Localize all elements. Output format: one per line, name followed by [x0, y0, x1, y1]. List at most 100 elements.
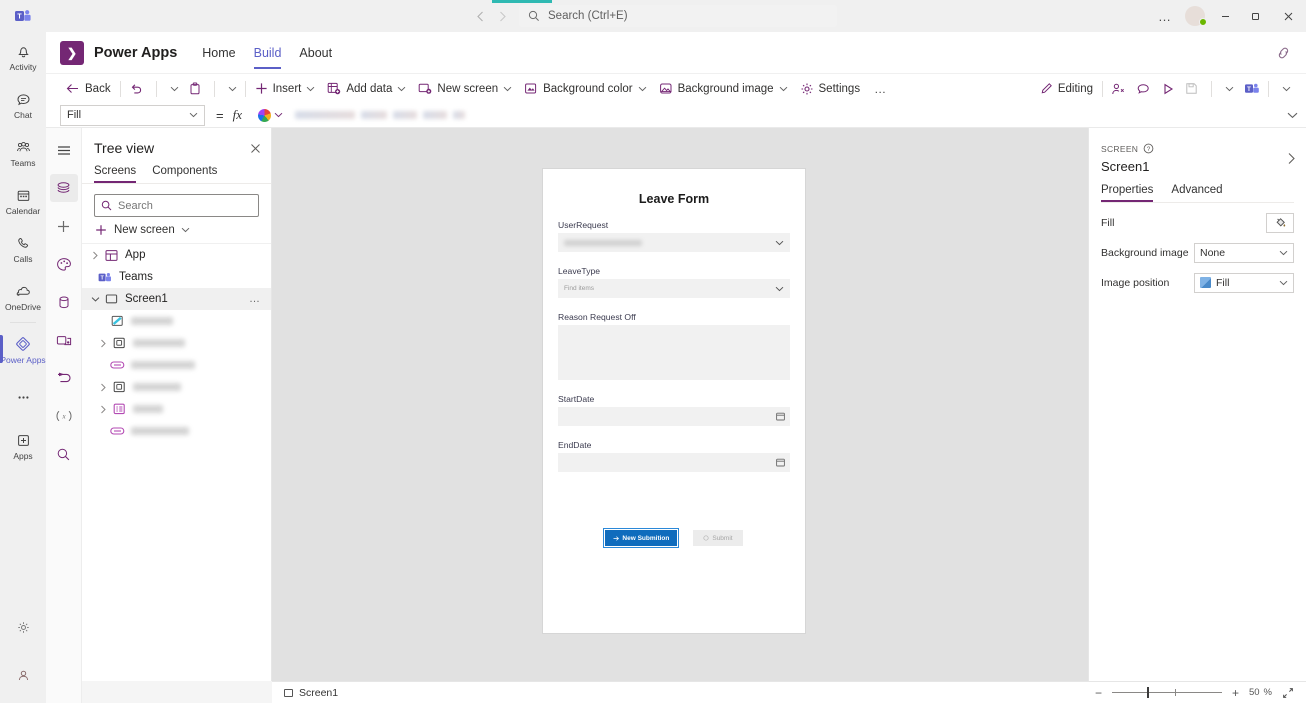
tab-home[interactable]: Home: [193, 32, 244, 74]
new-screen-tree-button[interactable]: New screen: [82, 217, 271, 243]
tree-row-child[interactable]: [82, 310, 271, 332]
sidebar-item-apps[interactable]: Apps: [0, 421, 46, 469]
popout-link-icon[interactable]: [1275, 46, 1292, 60]
background-image-button[interactable]: Background image: [653, 76, 794, 101]
tree-view-icon[interactable]: [49, 174, 78, 202]
submit-button[interactable]: Submit: [693, 530, 743, 546]
play-preview-icon[interactable]: [1156, 76, 1180, 101]
sidebar-item-activity[interactable]: Activity: [0, 32, 46, 80]
startdate-datepicker[interactable]: [558, 407, 790, 426]
save-button[interactable]: [1180, 76, 1208, 101]
undo-dropdown[interactable]: [160, 76, 184, 101]
sidebar-item-calls[interactable]: Calls: [0, 224, 46, 272]
editing-mode-button[interactable]: Editing: [1034, 76, 1099, 101]
teams-publish-icon[interactable]: T: [1239, 76, 1265, 101]
chevron-right-icon[interactable]: [96, 339, 110, 348]
enddate-datepicker[interactable]: [558, 453, 790, 472]
tree-row-teams[interactable]: T Teams: [82, 266, 271, 288]
sidebar-item-power-apps[interactable]: Power Apps: [0, 325, 46, 373]
tree-row-child[interactable]: [82, 354, 271, 376]
data-cylinder-icon[interactable]: [50, 288, 78, 316]
hamburger-menu-icon[interactable]: [50, 136, 78, 164]
tree-row-child[interactable]: [82, 398, 271, 420]
status-selected-screen[interactable]: Screen1: [284, 687, 338, 699]
reason-textarea[interactable]: [558, 325, 790, 380]
sidebar-item-settings[interactable]: [0, 603, 46, 651]
tab-components[interactable]: Components: [152, 162, 217, 183]
global-search-input[interactable]: Search (Ctrl+E): [519, 5, 837, 27]
properties-expand-button[interactable]: [1287, 152, 1296, 165]
tree-row-screen1[interactable]: Screen1 …: [82, 288, 271, 310]
background-image-select[interactable]: None: [1194, 242, 1294, 263]
zoom-out-button[interactable]: −: [1095, 686, 1102, 700]
color-swatch-button[interactable]: [254, 105, 288, 125]
app-canvas[interactable]: Leave Form UserRequest LeaveType Find it…: [272, 128, 1088, 681]
comment-icon[interactable]: [1131, 76, 1156, 101]
tab-properties[interactable]: Properties: [1101, 184, 1154, 202]
settings-button[interactable]: Settings: [794, 76, 867, 101]
variables-icon[interactable]: x: [50, 402, 78, 430]
sidebar-item-teams[interactable]: Teams: [0, 128, 46, 176]
chevron-down-icon[interactable]: [88, 296, 102, 303]
nav-forward-icon[interactable]: [491, 5, 513, 27]
window-more-button[interactable]: …: [1150, 0, 1180, 32]
tab-build[interactable]: Build: [245, 32, 291, 74]
tab-screens[interactable]: Screens: [94, 162, 137, 183]
tab-advanced[interactable]: Advanced: [1171, 184, 1222, 202]
back-button[interactable]: Back: [60, 76, 117, 101]
sidebar-item-account[interactable]: [0, 651, 46, 699]
command-overflow-button[interactable]: …: [866, 76, 895, 101]
userrequest-combobox[interactable]: [558, 233, 790, 252]
add-data-button[interactable]: Add data: [321, 76, 412, 101]
window-minimize-button[interactable]: [1210, 0, 1240, 32]
nav-back-icon[interactable]: [469, 5, 491, 27]
question-circle-icon[interactable]: ?: [1143, 143, 1154, 154]
add-data-label: Add data: [346, 82, 393, 95]
image-position-select[interactable]: Fill: [1194, 272, 1294, 293]
sidebar-item-calendar[interactable]: Calendar: [0, 176, 46, 224]
save-dropdown[interactable]: [1215, 76, 1239, 101]
new-submition-button[interactable]: New Submition: [603, 528, 680, 548]
tree-search-input[interactable]: Search: [94, 194, 259, 217]
new-screen-button[interactable]: New screen: [412, 76, 518, 101]
theme-palette-icon[interactable]: [50, 250, 78, 278]
insert-plus-icon[interactable]: [50, 212, 78, 240]
paste-button[interactable]: [184, 76, 211, 101]
tree-row-child[interactable]: [82, 376, 271, 398]
property-selector[interactable]: Fill: [60, 104, 205, 126]
chevron-right-icon[interactable]: [88, 251, 102, 260]
publish-dropdown[interactable]: [1272, 76, 1296, 101]
window-close-button[interactable]: [1270, 0, 1306, 32]
leavetype-combobox[interactable]: Find items: [558, 279, 790, 298]
fill-color-button[interactable]: [1266, 212, 1294, 233]
tree-row-child[interactable]: [82, 420, 271, 442]
tree-row-more-button[interactable]: …: [249, 293, 261, 305]
fit-screen-icon[interactable]: [1282, 687, 1294, 699]
media-icon[interactable]: [50, 326, 78, 354]
tree-row-app[interactable]: App: [82, 244, 271, 266]
save-icon: [1185, 82, 1198, 95]
sidebar-item-onedrive[interactable]: OneDrive: [0, 272, 46, 320]
zoom-slider-thumb[interactable]: [1147, 687, 1150, 698]
user-avatar[interactable]: [1180, 0, 1210, 32]
formula-bar-expand-button[interactable]: [1278, 112, 1306, 119]
undo-button[interactable]: [124, 76, 153, 101]
paste-dropdown[interactable]: [218, 76, 242, 101]
insert-button[interactable]: Insert: [249, 76, 322, 101]
zoom-slider[interactable]: [1111, 687, 1222, 699]
zoom-in-button[interactable]: +: [1232, 686, 1239, 700]
close-icon[interactable]: [250, 143, 261, 154]
background-color-button[interactable]: Background color: [518, 76, 653, 101]
chevron-right-icon[interactable]: [96, 405, 110, 414]
sidebar-item-more[interactable]: [0, 373, 46, 421]
share-person-icon[interactable]: [1106, 76, 1131, 101]
tree-row-child[interactable]: [82, 332, 271, 354]
window-maximize-button[interactable]: [1240, 0, 1270, 32]
formula-input[interactable]: [294, 105, 1278, 126]
power-automate-icon[interactable]: [50, 364, 78, 392]
tab-about[interactable]: About: [290, 32, 341, 74]
search-icon[interactable]: [50, 440, 78, 468]
chevron-right-icon[interactable]: [96, 383, 110, 392]
app-screen-preview[interactable]: Leave Form UserRequest LeaveType Find it…: [543, 169, 805, 633]
sidebar-item-chat[interactable]: Chat: [0, 80, 46, 128]
